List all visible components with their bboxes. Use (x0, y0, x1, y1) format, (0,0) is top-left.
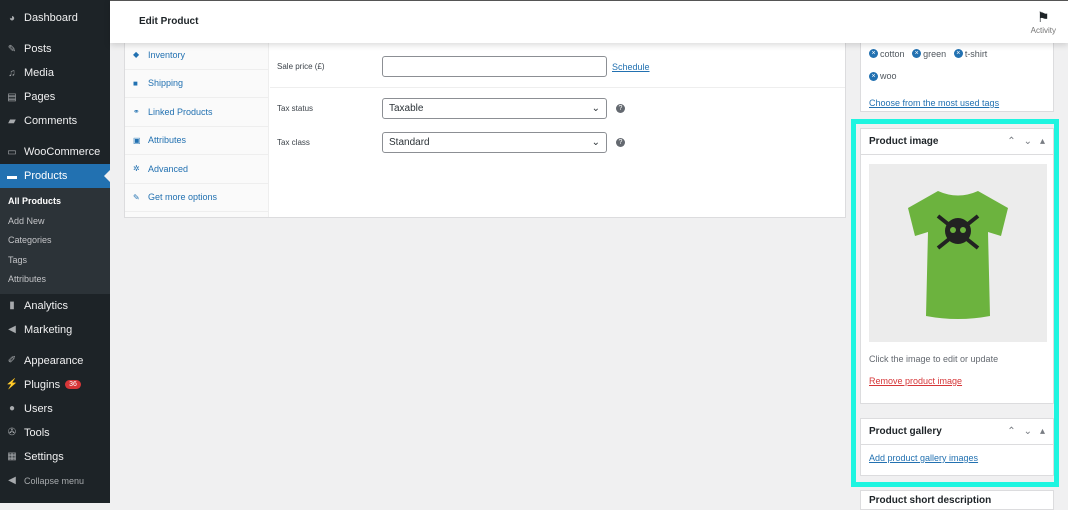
link-icon: ⚭ (133, 107, 140, 117)
sale-price-input[interactable] (382, 56, 607, 77)
move-down-icon[interactable]: ⌄ (1024, 426, 1032, 437)
remove-tag-icon[interactable]: × (869, 71, 878, 81)
remove-tag-icon[interactable]: × (953, 49, 963, 58)
help-icon[interactable]: ? (616, 104, 625, 113)
sale-price-row: Sale price (£) Schedule (277, 56, 650, 77)
tax-status-row: Tax status Taxable ⌄ ? (277, 98, 625, 119)
menu-settings[interactable]: ▦ Settings (0, 445, 110, 469)
list-icon: ▣ (133, 135, 141, 145)
menu-dashboard[interactable]: ◕ Dashboard (0, 6, 110, 30)
menu-marketing[interactable]: ◀ Marketing (0, 318, 110, 342)
help-icon[interactable]: ? (616, 138, 625, 147)
menu-pages[interactable]: ▤ Pages (0, 85, 110, 109)
image-hint: Click the image to edit or update (869, 354, 999, 364)
media-icon: ♫ (8, 67, 16, 79)
settings-icon: ▦ (7, 451, 17, 462)
chevron-down-icon: ⌄ (591, 137, 600, 148)
brush-icon: ✐ (7, 355, 17, 366)
menu-tools[interactable]: ✇ Tools (0, 421, 110, 445)
dashboard-icon: ◕ (8, 12, 16, 24)
tab-linked-products[interactable]: ⚭ Linked Products (125, 98, 268, 127)
menu-media[interactable]: ♫ Media (0, 61, 110, 85)
menu-analytics[interactable]: ▮ Analytics (0, 294, 110, 318)
menu-products[interactable]: ▬ Products (0, 164, 110, 188)
product-gallery-box: Product gallery ⌃ ⌄ ▴ Add product gallery … (860, 418, 1054, 476)
toggle-panel-icon[interactable]: ▴ (1040, 136, 1045, 147)
page-title: Edit Product (139, 16, 199, 27)
product-gallery-title: Product gallery (869, 426, 942, 437)
flag-icon: ⚑ (1037, 9, 1050, 25)
green-tshirt-image (908, 190, 1008, 319)
tag-woo: × woo (869, 71, 897, 81)
tab-inventory[interactable]: ◆ Inventory (125, 41, 268, 70)
tag-green: × green (912, 49, 946, 59)
tax-class-row: Tax class Standard ⌄ ? (277, 132, 625, 153)
tag-cotton: × cotton (869, 49, 905, 59)
remove-product-image-link[interactable]: Remove product image (869, 376, 962, 386)
menu-comments[interactable]: ▰ Comments (0, 109, 110, 133)
product-image-title: Product image (869, 136, 939, 147)
tab-get-more-options[interactable]: ✎ Get more options (125, 184, 268, 212)
archive-icon: ▬ (7, 170, 17, 182)
truck-icon: ■ (133, 78, 138, 88)
pin-icon: ✎ (7, 43, 17, 55)
submenu-add-new[interactable]: Add New (0, 212, 110, 232)
choose-most-used-tags-link[interactable]: Choose from the most used tags (869, 98, 999, 108)
menu-woocommerce[interactable]: ▭ WooCommerce (0, 140, 110, 164)
diamond-icon: ◆ (133, 50, 140, 60)
menu-appearance[interactable]: ✐ Appearance (0, 349, 110, 373)
product-data-panel: ◆ Inventory ■ Shipping ⚭ Linked Products ▣ A… (124, 40, 846, 218)
gear-icon: ✲ (133, 164, 140, 174)
tab-attributes[interactable]: ▣ Attributes (125, 127, 268, 155)
plugins-update-badge: 36 (65, 380, 81, 389)
move-up-icon[interactable]: ⌃ (1007, 136, 1015, 147)
comment-icon: ▰ (8, 115, 16, 127)
move-up-icon[interactable]: ⌃ (1007, 426, 1015, 437)
megaphone-icon: ◀ (8, 324, 16, 335)
product-data-tabs: ◆ Inventory ■ Shipping ⚭ Linked Products ▣ A… (125, 41, 269, 217)
collapse-icon: ◀ (8, 475, 16, 486)
tax-class-select[interactable]: Standard ⌄ (382, 132, 607, 153)
short-description-title: Product short description (869, 495, 992, 506)
top-header: Edit Product ⚑ Activity (110, 0, 1068, 43)
menu-users[interactable]: ● Users (0, 397, 110, 421)
collapse-menu[interactable]: ◀ Collapse menu (0, 469, 110, 493)
submenu-tags[interactable]: Tags (0, 251, 110, 271)
tax-status-select[interactable]: Taxable ⌄ (382, 98, 607, 119)
plugin-icon: ⚡ (5, 379, 19, 390)
move-down-icon[interactable]: ⌄ (1024, 136, 1032, 147)
chevron-down-icon: ⌄ (591, 103, 600, 114)
menu-plugins[interactable]: ⚡ Plugins 36 (0, 373, 110, 397)
submenu-categories[interactable]: Categories (0, 231, 110, 251)
woo-icon: ▭ (7, 146, 17, 158)
remove-tag-icon[interactable]: × (912, 49, 922, 58)
submenu-all-products[interactable]: All Products (0, 192, 110, 212)
product-image[interactable] (869, 164, 1047, 342)
submenu-attributes[interactable]: Attributes (0, 270, 110, 290)
admin-sidebar: ◕ Dashboard ✎ Posts ♫ Media ▤ Pages ▰ Comment… (0, 0, 110, 503)
product-short-description-box: Product short description (860, 490, 1054, 510)
tag-t-shirt: × t-shirt (953, 49, 987, 59)
products-submenu: All Products Add New Categories Tags Att… (0, 188, 110, 294)
user-icon: ● (8, 403, 16, 414)
tab-advanced[interactable]: ✲ Advanced (125, 155, 268, 184)
remove-tag-icon[interactable]: × (869, 49, 878, 58)
pages-icon: ▤ (7, 91, 17, 103)
schedule-link[interactable]: Schedule (612, 62, 650, 72)
wrench-icon: ✇ (7, 427, 17, 438)
plugin-icon: ✎ (133, 192, 140, 202)
menu-posts[interactable]: ✎ Posts (0, 37, 110, 61)
add-gallery-images-link[interactable]: Add product gallery images (869, 453, 978, 463)
tab-shipping[interactable]: ■ Shipping (125, 70, 268, 98)
product-image-box: Product image ⌃ ⌄ ▴ Click the image to edi… (860, 128, 1054, 404)
toggle-panel-icon[interactable]: ▴ (1040, 426, 1045, 437)
chart-bar-icon: ▮ (9, 300, 15, 311)
activity-button[interactable]: ⚑ Activity (1031, 9, 1056, 35)
